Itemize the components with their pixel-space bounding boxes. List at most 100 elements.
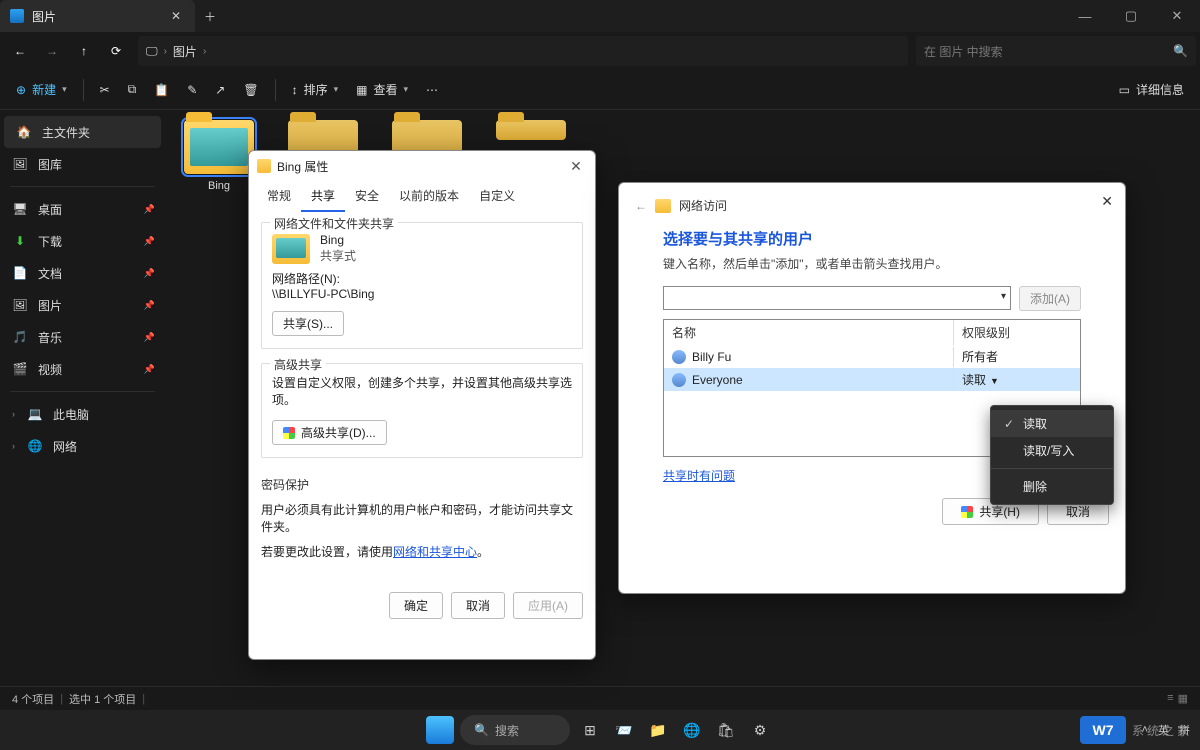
folder-icon [272, 234, 310, 264]
status-bar: 4 个项目 | 选中 1 个项目 | ≡ ▦ [0, 686, 1200, 710]
taskbar-store-icon[interactable]: 🛍 [712, 716, 740, 744]
cut-icon: ✂ [100, 83, 110, 97]
sidebar-item-videos[interactable]: 🎬视频📌 [0, 353, 165, 385]
netpath-value: \\BILLYFU-PC\Bing [272, 287, 572, 301]
music-icon: 🎵 [12, 329, 28, 345]
user-combo[interactable]: ▾ [663, 286, 1011, 310]
sidebar-item-desktop[interactable]: 🖥桌面📌 [0, 193, 165, 225]
view-button[interactable]: ▦查看▾ [350, 77, 414, 102]
sidebar-item-downloads[interactable]: ⬇下载📌 [0, 225, 165, 257]
taskbar-edge-icon[interactable]: 🌐 [678, 716, 706, 744]
sidebar-item-thispc[interactable]: ›💻此电脑 [0, 398, 165, 430]
folder-icon [257, 159, 271, 173]
share-help-link[interactable]: 共享时有问题 [663, 469, 735, 483]
sidebar-item-pictures[interactable]: 🖼图片📌 [0, 289, 165, 321]
more-button[interactable]: ⋯ [420, 79, 444, 101]
add-button[interactable]: 添加(A) [1019, 286, 1081, 311]
cancel-button[interactable]: 取消 [451, 592, 505, 619]
copy-button[interactable]: ⧉ [122, 78, 143, 101]
task-view-icon[interactable]: ⊞ [576, 716, 604, 744]
status-count: 4 个项目 [12, 691, 54, 707]
taskbar-app-icon[interactable]: 📨 [610, 716, 638, 744]
list-view-icon[interactable]: ≡ [1167, 692, 1173, 705]
new-tab-button[interactable]: ＋ [195, 0, 225, 32]
close-window-button[interactable]: ✕ [1154, 0, 1200, 32]
ok-button[interactable]: 确定 [389, 592, 443, 619]
grid-view-icon[interactable]: ▦ [1178, 692, 1188, 705]
details-button[interactable]: ▭详细信息 [1113, 77, 1190, 102]
taskbar-search[interactable]: 🔍搜索 [460, 715, 570, 745]
details-icon: ▭ [1119, 83, 1130, 97]
chevron-right-icon: › [12, 441, 15, 451]
tab-title: 图片 [32, 8, 159, 25]
search-input[interactable]: 在 图片 中搜索 🔍 [916, 36, 1196, 66]
tab-customize[interactable]: 自定义 [469, 181, 525, 212]
share-button[interactable]: ↗ [209, 79, 231, 101]
dialog-titlebar[interactable]: Bing 属性 ✕ [249, 151, 595, 181]
rename-icon: ✎ [187, 83, 197, 97]
list-row[interactable]: Everyone 读取▼ [664, 368, 1080, 391]
advanced-share-button[interactable]: 高级共享(D)... [272, 420, 387, 445]
menu-read[interactable]: ✓读取 [991, 410, 1113, 437]
sidebar-item-home[interactable]: 🏠主文件夹 [4, 116, 161, 148]
menu-remove[interactable]: 删除 [991, 473, 1113, 500]
chevron-down-icon[interactable]: ▼ [990, 376, 999, 386]
close-icon[interactable]: ✕ [565, 158, 587, 175]
share-button[interactable]: 共享(S)... [272, 311, 344, 336]
tab-sharing[interactable]: 共享 [301, 181, 345, 212]
share-heading: 选择要与其共享的用户 [663, 228, 1081, 249]
taskbar: 🔍搜索 ⊞ 📨 📁 🌐 🛍 ⚙ ˄ 英 拼 [0, 710, 1200, 750]
chevron-down-icon: ▾ [334, 84, 339, 95]
home-icon: 🏠 [16, 124, 32, 140]
cut-button[interactable]: ✂ [94, 79, 116, 101]
new-button[interactable]: ⊕新建▾ [10, 77, 73, 102]
tab-general[interactable]: 常规 [257, 181, 301, 212]
share-name: Bing [320, 233, 356, 247]
pin-icon: 📌 [144, 300, 155, 311]
start-button[interactable] [426, 716, 454, 744]
refresh-button[interactable]: ⟳ [100, 35, 132, 67]
menu-read-write[interactable]: 读取/写入 [991, 437, 1113, 464]
back-button[interactable]: ← [4, 35, 36, 67]
tab-pictures[interactable]: 图片 ✕ [0, 0, 195, 32]
tab-security[interactable]: 安全 [345, 181, 389, 212]
apply-button[interactable]: 应用(A) [513, 592, 583, 619]
view-icon: ▦ [356, 83, 367, 97]
maximize-button[interactable]: ▢ [1108, 0, 1154, 32]
chevron-right-icon: › [164, 46, 167, 57]
close-icon[interactable]: ✕ [1101, 193, 1113, 210]
minimize-button[interactable]: — [1062, 0, 1108, 32]
folder-icon [184, 120, 254, 174]
col-name[interactable]: 名称 [664, 320, 954, 345]
tab-close-icon[interactable]: ✕ [167, 9, 185, 23]
back-icon[interactable]: ← [635, 199, 647, 213]
delete-button[interactable]: 🗑 [237, 79, 264, 101]
forward-button[interactable]: → [36, 35, 68, 67]
list-row[interactable]: Billy Fu 所有者 [664, 345, 1080, 368]
tab-previous-versions[interactable]: 以前的版本 [389, 181, 469, 212]
sidebar-item-gallery[interactable]: 🖼图库 [0, 148, 165, 180]
taskbar-explorer-icon[interactable]: 📁 [644, 716, 672, 744]
dialog-title: Bing 属性 [277, 158, 328, 175]
plus-icon: ⊕ [16, 83, 26, 97]
window-controls: — ▢ ✕ [1062, 0, 1200, 32]
pin-icon: 📌 [144, 268, 155, 279]
sidebar-item-music[interactable]: 🎵音乐📌 [0, 321, 165, 353]
sort-button[interactable]: ↕排序▾ [286, 77, 345, 102]
paste-button[interactable]: 📋 [148, 79, 175, 101]
title-bar: 图片 ✕ ＋ — ▢ ✕ [0, 0, 1200, 32]
pc-icon: 💻 [27, 406, 43, 422]
sidebar-item-documents[interactable]: 📄文档📌 [0, 257, 165, 289]
folder-item[interactable] [489, 120, 573, 140]
col-permission[interactable]: 权限级别 [954, 320, 1080, 345]
address-bar[interactable]: 🖵 › 图片 › [138, 36, 908, 66]
taskbar-settings-icon[interactable]: ⚙ [746, 716, 774, 744]
shield-icon [961, 506, 973, 518]
network-center-link[interactable]: 网络和共享中心 [393, 545, 477, 559]
watermark-logo: W7 [1080, 716, 1126, 744]
watermark-text: 系统之家 [1132, 722, 1192, 739]
breadcrumb-item[interactable]: 图片 [173, 43, 197, 60]
up-button[interactable]: ↑ [68, 35, 100, 67]
rename-button[interactable]: ✎ [181, 79, 203, 101]
sidebar-item-network[interactable]: ›🌐网络 [0, 430, 165, 462]
